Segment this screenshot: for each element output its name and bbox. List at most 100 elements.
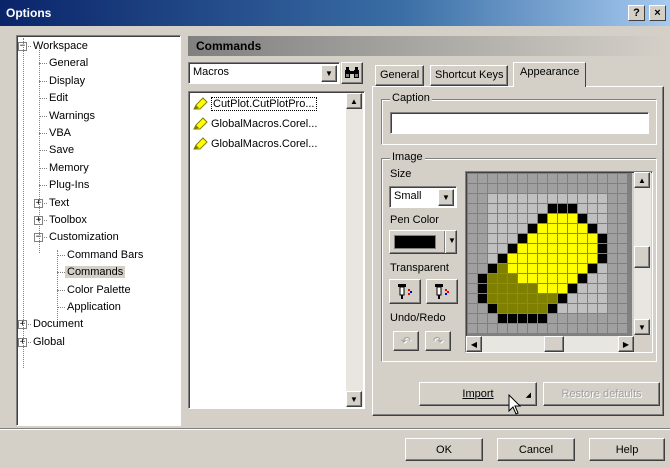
pixel-cell[interactable] [568, 314, 577, 323]
pixel-cell[interactable] [478, 324, 487, 333]
tree-item-memory[interactable]: Memory [47, 160, 91, 177]
pixel-cell[interactable] [618, 284, 627, 293]
pixel-cell[interactable] [538, 284, 547, 293]
pixel-cell[interactable] [548, 234, 557, 243]
pixel-cell[interactable] [538, 234, 547, 243]
pixel-cell[interactable] [538, 274, 547, 283]
pixel-cell[interactable] [528, 304, 537, 313]
pixel-cell[interactable] [618, 174, 627, 183]
pixel-cell[interactable] [498, 184, 507, 193]
size-combobox[interactable]: Small ▼ [389, 186, 457, 208]
pixel-cell[interactable] [588, 274, 597, 283]
pixel-cell[interactable] [558, 304, 567, 313]
scroll-down-icon[interactable]: ▼ [634, 319, 650, 335]
pixel-cell[interactable] [468, 184, 477, 193]
pixel-cell[interactable] [498, 294, 507, 303]
pixel-cell[interactable] [528, 314, 537, 323]
pixel-cell[interactable] [488, 234, 497, 243]
pixel-cell[interactable] [598, 254, 607, 263]
pixel-cell[interactable] [568, 234, 577, 243]
scroll-left-icon[interactable]: ◀ [466, 336, 482, 352]
pixel-cell[interactable] [578, 214, 587, 223]
options-tree[interactable]: − Workspace General Display Edit Warnings VBA S… [16, 35, 181, 426]
pixel-cell[interactable] [598, 184, 607, 193]
help-title-button[interactable]: ? [628, 5, 645, 21]
pixel-cell[interactable] [588, 224, 597, 233]
pixel-cell[interactable] [578, 194, 587, 203]
pixel-cell[interactable] [538, 264, 547, 273]
pixel-cell[interactable] [498, 194, 507, 203]
undo-button[interactable]: ↶ [393, 331, 419, 351]
pixel-cell[interactable] [588, 264, 597, 273]
icon-editor-grid[interactable] [467, 173, 632, 338]
pixel-cell[interactable] [578, 224, 587, 233]
pixel-cell[interactable] [468, 194, 477, 203]
pixel-cell[interactable] [528, 174, 537, 183]
pixel-cell[interactable] [468, 224, 477, 233]
pixel-cell[interactable] [568, 224, 577, 233]
pixel-cell[interactable] [618, 314, 627, 323]
pixel-cell[interactable] [598, 264, 607, 273]
pixel-cell[interactable] [598, 304, 607, 313]
pixel-cell[interactable] [478, 194, 487, 203]
pixel-cell[interactable] [518, 274, 527, 283]
pixel-cell[interactable] [468, 174, 477, 183]
chevron-down-icon[interactable]: ▼ [438, 189, 454, 206]
pixel-cell[interactable] [508, 224, 517, 233]
pixel-cell[interactable] [608, 244, 617, 253]
pixel-cell[interactable] [538, 304, 547, 313]
pixel-cell[interactable] [548, 274, 557, 283]
pixel-cell[interactable] [618, 244, 627, 253]
pixel-cell[interactable] [518, 234, 527, 243]
pixel-cell[interactable] [588, 234, 597, 243]
pixel-cell[interactable] [568, 174, 577, 183]
pixel-cell[interactable] [588, 184, 597, 193]
pixel-cell[interactable] [548, 254, 557, 263]
pixel-cell[interactable] [608, 264, 617, 273]
pixel-cell[interactable] [468, 274, 477, 283]
pixel-cell[interactable] [618, 254, 627, 263]
pixel-cell[interactable] [528, 274, 537, 283]
pixel-cell[interactable] [558, 294, 567, 303]
pixel-cell[interactable] [578, 304, 587, 313]
pixel-cell[interactable] [488, 224, 497, 233]
pixel-cell[interactable] [558, 264, 567, 273]
pixel-cell[interactable] [558, 254, 567, 263]
pixel-cell[interactable] [588, 204, 597, 213]
pixel-cell[interactable] [588, 194, 597, 203]
command-item[interactable]: GlobalMacros.Corel... [192, 115, 317, 133]
pixel-cell[interactable] [618, 214, 627, 223]
cancel-button[interactable]: Cancel [497, 438, 575, 461]
tab-shortcut-keys[interactable]: Shortcut Keys [430, 65, 509, 86]
pixel-cell[interactable] [528, 254, 537, 263]
pixel-cell[interactable] [618, 304, 627, 313]
pixel-cell[interactable] [488, 254, 497, 263]
pixel-cell[interactable] [558, 184, 567, 193]
pixel-cell[interactable] [528, 224, 537, 233]
pixel-cell[interactable] [478, 234, 487, 243]
tree-item-general[interactable]: General [47, 55, 90, 72]
pixel-cell[interactable] [598, 314, 607, 323]
command-item[interactable]: CutPlot.CutPlotPro... [192, 95, 317, 113]
pixel-cell[interactable] [518, 184, 527, 193]
pixel-cell[interactable] [568, 294, 577, 303]
pixel-cell[interactable] [568, 254, 577, 263]
pixel-cell[interactable] [608, 174, 617, 183]
pixel-cell[interactable] [488, 274, 497, 283]
pixel-cell[interactable] [488, 194, 497, 203]
chevron-down-icon[interactable]: ▼ [321, 65, 337, 82]
pixel-cell[interactable] [468, 214, 477, 223]
pixel-cell[interactable] [528, 284, 537, 293]
tree-item-commands[interactable]: Commands [65, 264, 126, 281]
pixel-cell[interactable] [538, 324, 547, 333]
tree-item-warnings[interactable]: Warnings [47, 108, 97, 125]
command-list-scrollbar[interactable]: ▲ ▼ [346, 93, 363, 407]
pixel-cell[interactable] [578, 294, 587, 303]
pixel-cell[interactable] [498, 284, 507, 293]
pixel-cell[interactable] [488, 324, 497, 333]
pixel-cell[interactable] [498, 234, 507, 243]
pixel-cell[interactable] [498, 224, 507, 233]
pixel-cell[interactable] [608, 324, 617, 333]
pixel-cell[interactable] [478, 294, 487, 303]
pixel-cell[interactable] [478, 224, 487, 233]
